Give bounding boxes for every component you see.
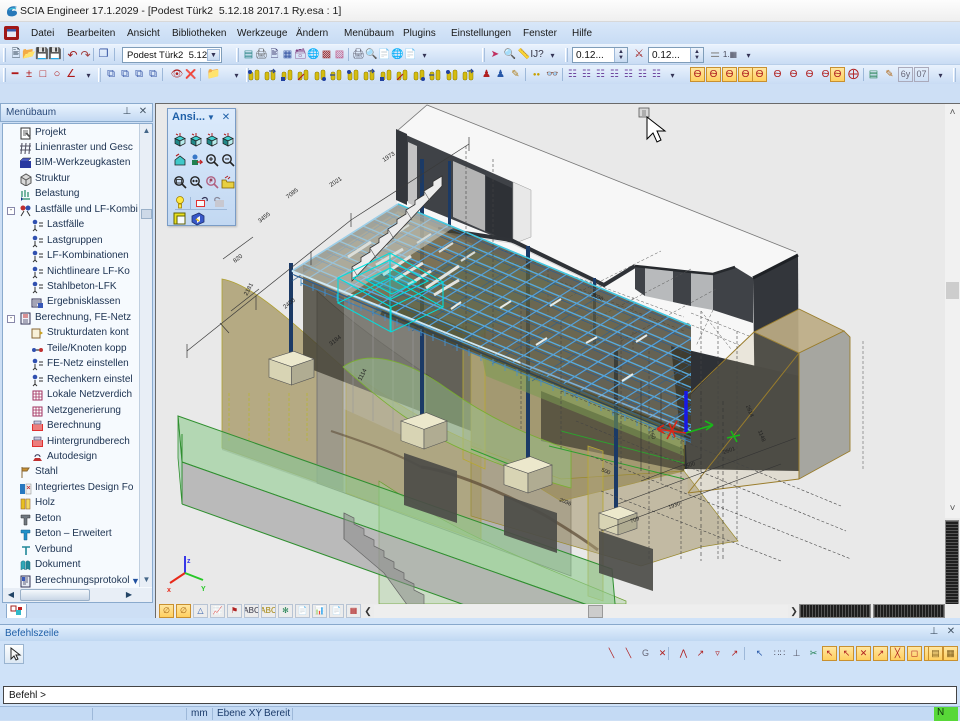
svg-text:x: x — [167, 587, 171, 594]
svg-text:Y: Y — [201, 586, 206, 593]
svg-text:z: z — [187, 558, 191, 565]
